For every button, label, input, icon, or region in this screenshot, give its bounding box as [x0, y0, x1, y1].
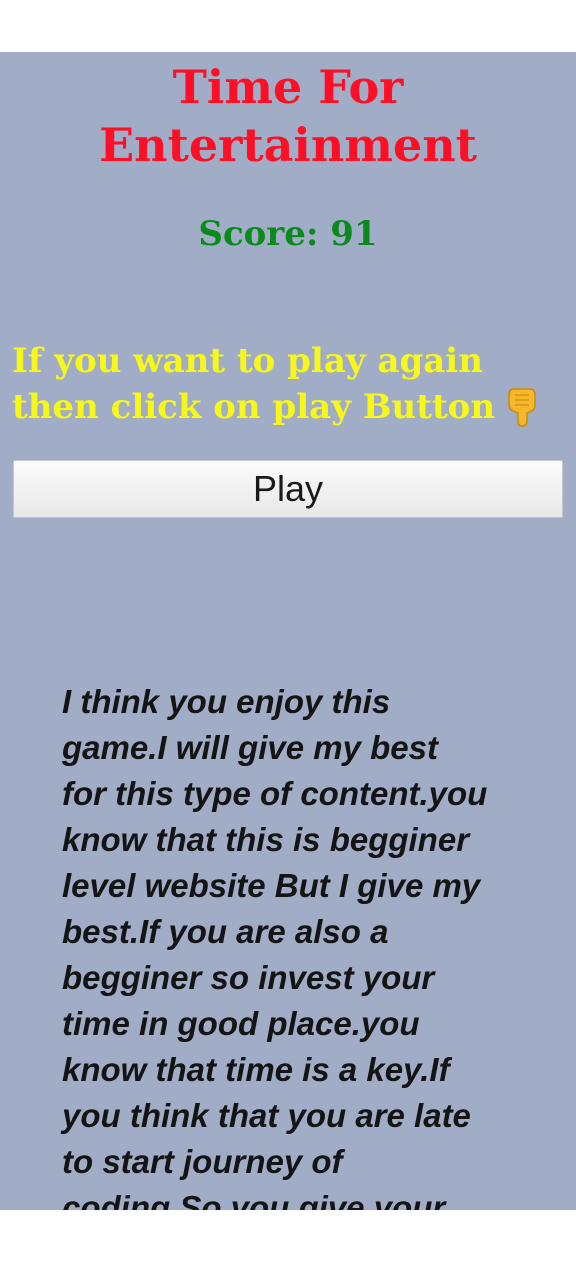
title-line-2: Entertainment — [99, 118, 477, 172]
message-line-1: If you want to play again — [12, 341, 483, 381]
title-line-1: Time For — [172, 60, 404, 114]
essay-line: game.I will give my best — [62, 729, 438, 766]
message-line-2: then click on play Button — [12, 384, 568, 430]
essay-line: for this type of content.you — [62, 775, 488, 812]
bottom-area — [0, 1210, 576, 1280]
essay-line: level website But I give my — [62, 867, 481, 904]
essay-line: best.If you are also a — [62, 913, 389, 950]
essay-line: time in good place.you — [62, 1005, 420, 1042]
essay-line: I think you enjoy this — [62, 683, 391, 720]
essay-line: begginer so invest your — [62, 959, 435, 996]
top-status-area — [0, 0, 576, 52]
essay-line: know that this is begginer — [62, 821, 470, 858]
game-page: Time For Entertainment Score: 91 If you … — [0, 52, 576, 1210]
essay-line: you think that you are late — [62, 1097, 471, 1134]
page-title: Time For Entertainment — [0, 58, 576, 174]
score-display: Score: 91 — [198, 214, 378, 254]
message-line-2-text: then click on play Button — [12, 387, 496, 427]
essay-text: I think you enjoy this game.I will give m… — [62, 679, 532, 1210]
play-button[interactable]: Play — [13, 460, 563, 518]
play-again-message: If you want to play again then click on … — [12, 338, 568, 430]
essay-line: coding.So you give your — [62, 1189, 446, 1210]
essay-line: know that time is a key.If — [62, 1051, 450, 1088]
pointing-down-hand-icon — [505, 387, 539, 427]
essay-line: to start journey of — [62, 1143, 343, 1180]
